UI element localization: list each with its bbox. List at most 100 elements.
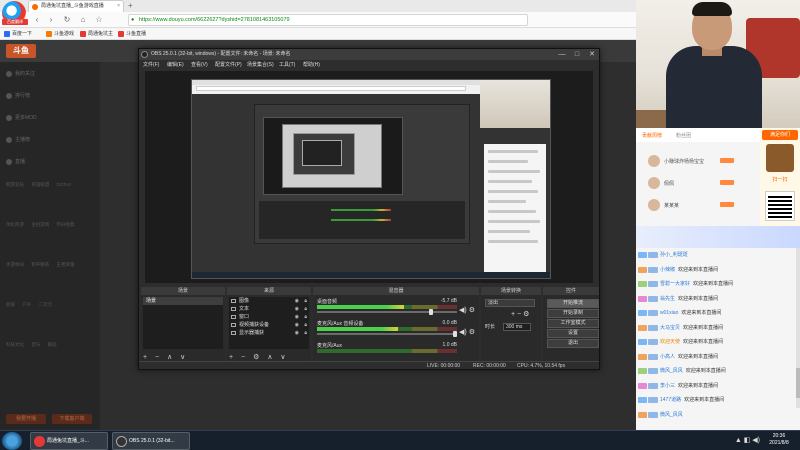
bookmark-item[interactable]: 斗鱼游戏 — [46, 30, 74, 38]
exit-button[interactable]: 退出 — [547, 339, 599, 348]
douyu-logo[interactable]: 斗鱼 — [6, 44, 36, 58]
sidebar-item-follow[interactable]: 我的关注 — [6, 70, 35, 77]
add-scene-icon[interactable]: + — [143, 354, 147, 361]
taskbar-browser[interactable]: 局通兔坑直播_斗... — [30, 432, 108, 450]
rank-row[interactable]: 佩佩 — [640, 176, 760, 190]
obs-preview[interactable] — [145, 71, 593, 283]
start-streaming-button[interactable]: 开始推流 — [547, 299, 599, 308]
taskbar-obs[interactable]: OBS 25.0.1 (32-bit... — [112, 432, 190, 450]
source-item-video-capture[interactable]: 视频捕获设备 ◉ 🔒︎ — [229, 321, 309, 329]
lock-icon[interactable]: 🔒︎ — [304, 297, 307, 305]
chat-username[interactable]: 微风_风风 — [660, 368, 683, 374]
browser-tab[interactable]: 局通兔坑直播_斗鱼游戏直播 × — [28, 0, 124, 12]
source-item-image[interactable]: 图像 ◉ 🔒︎ — [229, 297, 309, 305]
chat-username[interactable]: 微风_风风 — [660, 412, 683, 418]
rank-row[interactable]: 某某某 — [640, 198, 760, 212]
transition-select[interactable]: 淡出 — [485, 299, 535, 307]
gift-banner[interactable] — [636, 226, 800, 248]
sidebar-item-mod[interactable]: 更多MOD — [6, 114, 37, 121]
promo-panel[interactable]: 满足你们 扫一扫 — [760, 128, 800, 226]
address-bar[interactable]: ● https://www.douyu.com/6622627?dyshid=2… — [128, 14, 528, 26]
category-row[interactable]: 单机热游 主机游戏 怀旧经典 — [6, 222, 75, 228]
maximize-icon[interactable]: □ — [570, 49, 584, 60]
volume-slider[interactable] — [317, 331, 457, 337]
move-down-icon[interactable]: ∨ — [180, 354, 185, 361]
scene-item[interactable]: 场景 — [143, 297, 223, 305]
menu-edit[interactable]: 编辑(E) — [167, 61, 184, 68]
home-icon[interactable]: ⌂ — [78, 15, 88, 25]
menu-view[interactable]: 查看(V) — [191, 61, 208, 68]
add-source-icon[interactable]: + — [229, 354, 233, 361]
move-up-icon[interactable]: ∧ — [267, 354, 272, 361]
volume-slider-knob[interactable] — [453, 331, 457, 337]
lock-icon[interactable]: 🔒︎ — [304, 329, 307, 337]
clock[interactable]: 20:36 2021/8/8 — [762, 433, 796, 447]
visibility-eye-icon[interactable]: ◉ — [295, 329, 299, 337]
system-tray[interactable]: ▲ ◧ ◀) — [735, 436, 760, 444]
new-tab-button[interactable]: + — [128, 1, 133, 10]
category-row[interactable]: 网游竞技 英雄联盟 DOTA2 — [6, 182, 71, 188]
visibility-eye-icon[interactable]: ◉ — [295, 321, 299, 329]
source-item-text[interactable]: 文本 ◉ 🔒︎ — [229, 305, 309, 313]
volume-slider-knob[interactable] — [429, 309, 433, 315]
bookmark-item[interactable]: 局通兔坑主 — [80, 30, 113, 38]
transition-gear-icon[interactable]: ⚙ — [523, 311, 529, 318]
chat-username[interactable]: 1477道路 — [660, 397, 681, 403]
visibility-eye-icon[interactable]: ◉ — [295, 297, 299, 305]
chat-username[interactable]: 翁先生 — [660, 296, 675, 302]
start-recording-button[interactable]: 开始录制 — [547, 309, 599, 318]
back-icon[interactable]: ‹ — [32, 15, 42, 25]
download-client-button[interactable]: 下载客户端 — [52, 414, 92, 424]
menu-help[interactable]: 帮助(H) — [303, 61, 320, 68]
tab-fan-club[interactable]: 粉丝团 — [676, 132, 691, 139]
bookmark-item[interactable]: 斗鱼直播 — [118, 30, 146, 38]
visibility-eye-icon[interactable]: ◉ — [295, 313, 299, 321]
close-tab-icon[interactable]: × — [117, 1, 120, 12]
chat-username[interactable]: 小高人 — [660, 354, 675, 360]
start-button[interactable] — [2, 432, 22, 450]
chat-username[interactable]: 雪碧一大家好 — [660, 281, 690, 287]
category-row[interactable]: 颜值 户外 二次元 — [6, 302, 52, 308]
lock-icon[interactable]: 🔒︎ — [304, 305, 307, 313]
menu-file[interactable]: 文件(F) — [143, 61, 159, 68]
sidebar-item-anchor[interactable]: 主播榜 — [6, 136, 30, 143]
add-transition-icon[interactable]: + — [511, 311, 515, 318]
remove-scene-icon[interactable]: − — [155, 354, 159, 361]
speaker-icon[interactable]: ◀) — [459, 307, 467, 314]
category-row[interactable]: 手游休闲 和平精英 王者荣耀 — [6, 262, 75, 268]
source-item-window[interactable]: 窗口 ◉ 🔒︎ — [229, 313, 309, 321]
chat-username[interactable]: 欢迎天使 — [660, 339, 680, 345]
lock-icon[interactable]: 🔒︎ — [304, 313, 307, 321]
tab-weekly-rank[interactable]: 贡献周榜 — [642, 132, 662, 139]
sidebar-item-rank[interactable]: 排行榜 — [6, 92, 30, 99]
start-live-button[interactable]: 我要开播 — [6, 414, 46, 424]
chat-scrollbar[interactable] — [796, 248, 800, 408]
minimize-icon[interactable]: — — [555, 49, 569, 60]
visibility-eye-icon[interactable]: ◉ — [295, 305, 299, 313]
source-properties-gear-icon[interactable]: ⚙ — [253, 354, 259, 361]
remove-transition-icon[interactable]: − — [517, 311, 521, 318]
category-row[interactable]: 科技文化 音乐 舞蹈 — [6, 342, 57, 348]
favorite-star-icon[interactable]: ☆ — [94, 15, 104, 25]
channel-gear-icon[interactable]: ⚙ — [469, 329, 475, 336]
chat-username[interactable]: 李小三 — [660, 383, 675, 389]
lock-icon[interactable]: 🔒︎ — [304, 321, 307, 329]
move-up-icon[interactable]: ∧ — [167, 354, 172, 361]
duration-input[interactable]: 300 ms — [503, 323, 531, 331]
speaker-icon[interactable]: ◀) — [459, 329, 467, 336]
reload-icon[interactable]: ↻ — [62, 15, 72, 25]
remove-source-icon[interactable]: − — [241, 354, 245, 361]
menu-profile[interactable]: 配置文件(P) — [215, 61, 242, 68]
menu-tools[interactable]: 工具(T) — [279, 61, 295, 68]
close-window-icon[interactable]: ✕ — [585, 49, 599, 60]
sidebar-item-live[interactable]: 直播 — [6, 158, 25, 165]
chat-scrollbar-thumb[interactable] — [796, 368, 800, 398]
chat-username[interactable]: 孙小_利斑斑 — [660, 252, 688, 258]
chat-username[interactable]: 大马宝贝 — [660, 325, 680, 331]
channel-gear-icon[interactable]: ⚙ — [469, 307, 475, 314]
rank-row[interactable]: 小赚球炸杨杨宝宝 — [640, 154, 760, 168]
studio-mode-button[interactable]: 工作室模式 — [547, 319, 599, 328]
settings-button[interactable]: 设置 — [547, 329, 599, 338]
volume-slider[interactable] — [317, 309, 457, 315]
bookmark-item[interactable]: 百度一下 — [4, 30, 32, 38]
